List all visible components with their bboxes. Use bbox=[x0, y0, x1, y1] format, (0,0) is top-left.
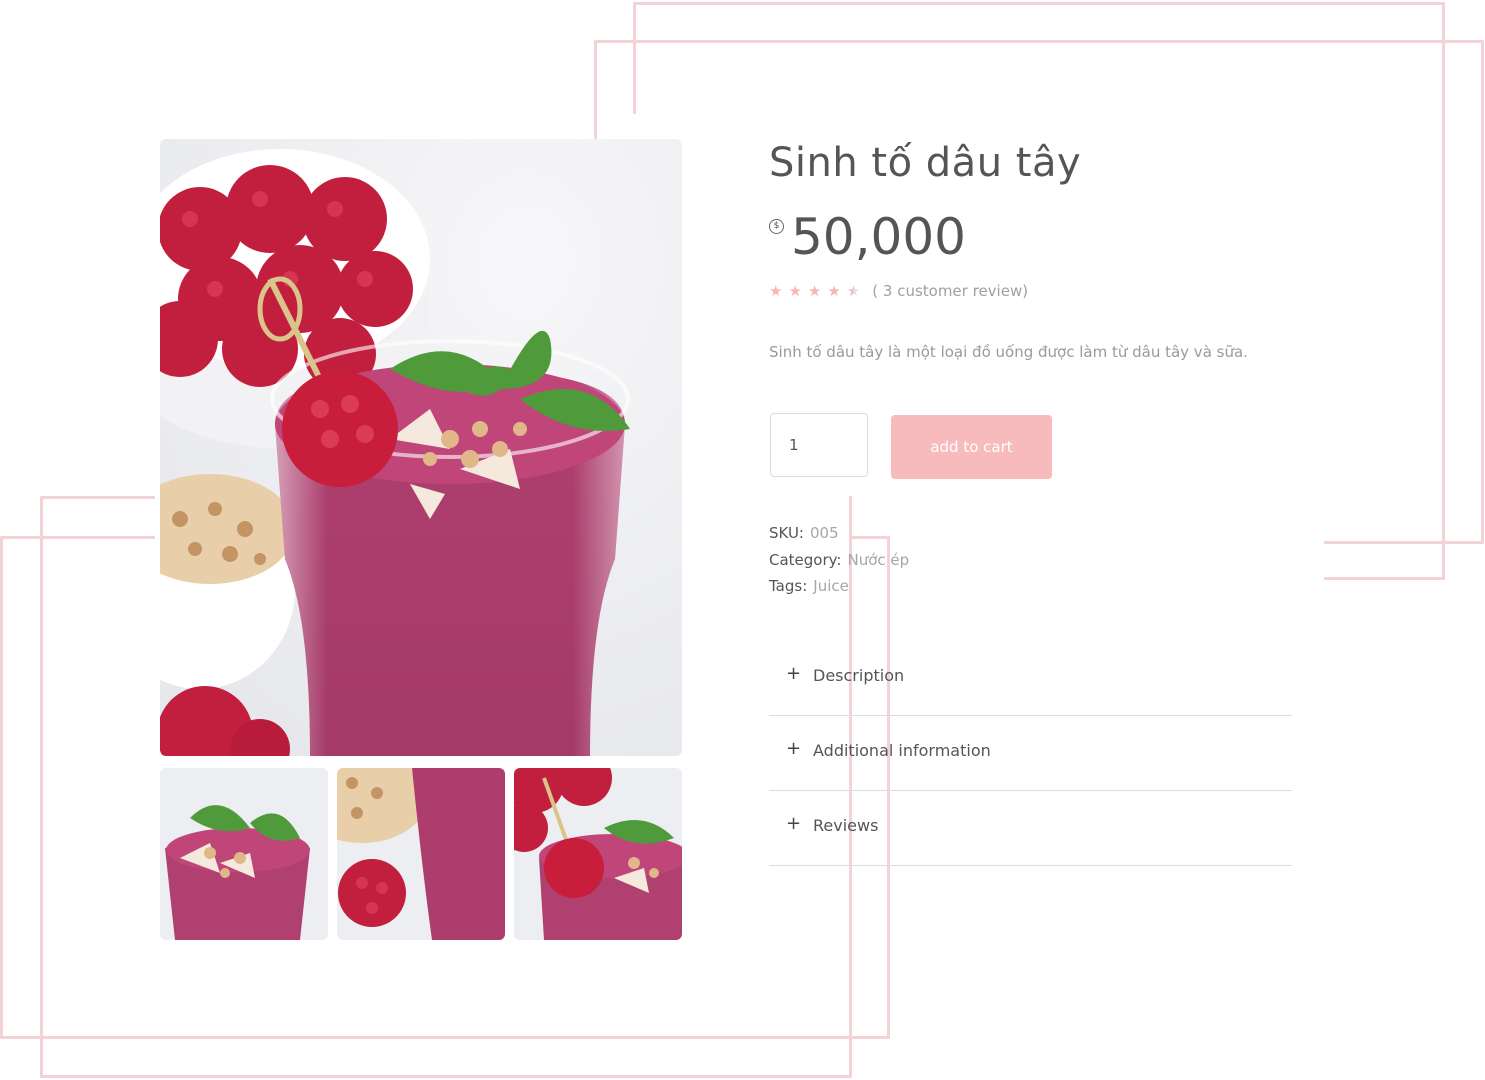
product-thumbnail-3[interactable] bbox=[514, 768, 682, 940]
sku-label: SKU: bbox=[769, 524, 804, 542]
add-to-cart-button[interactable]: add to cart bbox=[891, 415, 1052, 479]
star-icon: ★ bbox=[769, 282, 783, 300]
star-icon: ★ bbox=[788, 282, 802, 300]
accordion-label: Additional information bbox=[813, 741, 991, 760]
product-rating: ★ ★ ★ ★ ★ ( 3 customer review) bbox=[769, 282, 1028, 300]
tags-label: Tags: bbox=[769, 577, 808, 595]
product-short-description: Sinh tố dâu tây là một loại đồ uống được… bbox=[769, 343, 1248, 361]
category-link[interactable]: Nước ép bbox=[847, 551, 909, 569]
star-icon: ★ bbox=[827, 282, 841, 300]
accordion-reviews[interactable]: + Reviews bbox=[769, 791, 1292, 866]
accordion-additional-information[interactable]: + Additional information bbox=[769, 716, 1292, 791]
price-amount: 50,000 bbox=[791, 208, 966, 266]
category-label: Category: bbox=[769, 551, 842, 569]
plus-icon: + bbox=[786, 813, 802, 834]
product-thumbnail-1[interactable] bbox=[160, 768, 328, 940]
tags-row: Tags: Juice bbox=[769, 577, 849, 595]
category-row: Category: Nước ép bbox=[769, 551, 909, 569]
half-star-icon: ★ bbox=[846, 282, 861, 300]
tag-link[interactable]: Juice bbox=[813, 577, 849, 595]
accordion-description[interactable]: + Description bbox=[769, 641, 1292, 716]
plus-icon: + bbox=[786, 663, 802, 684]
star-icon: ★ bbox=[807, 282, 822, 300]
quantity-input[interactable] bbox=[770, 413, 868, 477]
product-thumbnail-2[interactable] bbox=[337, 768, 505, 940]
sku-row: SKU: 005 bbox=[769, 524, 839, 542]
accordion-label: Description bbox=[813, 666, 905, 685]
product-title: Sinh tố dâu tây bbox=[769, 140, 1082, 186]
product-main-image[interactable] bbox=[160, 139, 682, 756]
currency-symbol: $ bbox=[769, 219, 784, 234]
accordion-label: Reviews bbox=[813, 816, 879, 835]
plus-icon: + bbox=[786, 738, 802, 759]
customer-review-link[interactable]: ( 3 customer review) bbox=[872, 282, 1028, 300]
sku-value: 005 bbox=[810, 524, 839, 542]
